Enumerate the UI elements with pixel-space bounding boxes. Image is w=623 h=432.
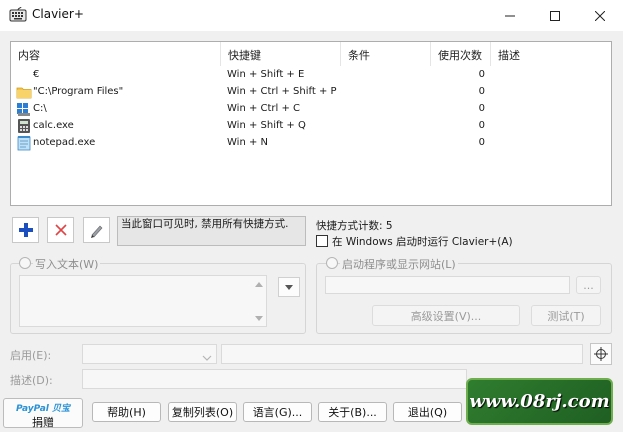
write-text-radio[interactable] [19, 257, 31, 269]
table-row[interactable]: calc.exe Win + Shift + Q 0 [11, 118, 611, 135]
window-title: Clavier+ [32, 7, 84, 21]
pick-window-button[interactable] [590, 343, 612, 365]
maximize-button[interactable] [532, 0, 578, 31]
paypal-logo: PayPal 贝宝 [15, 404, 70, 414]
minimize-button[interactable] [487, 0, 533, 31]
column-header-description[interactable]: 描述 [491, 42, 611, 66]
minimize-icon [505, 15, 515, 16]
test-button[interactable]: 测试(T) [531, 305, 601, 326]
exit-button[interactable]: 退出(Q) [393, 402, 462, 422]
scroll-up-icon[interactable] [254, 278, 264, 291]
shortcut-count: 快捷方式计数: 5 [316, 220, 393, 232]
row-shortcut: Win + Ctrl + C [227, 103, 301, 114]
shortcut-list[interactable]: 内容 快捷键 条件 使用次数 描述 € Win + Shift + E 0 "C… [10, 41, 612, 206]
delete-icon [54, 224, 67, 236]
close-button[interactable] [577, 0, 623, 31]
row-content: "C:\Program Files" [33, 86, 124, 97]
table-row[interactable]: notepad.exe Win + N 0 [11, 135, 611, 152]
enable-label: 启用(E): [10, 349, 52, 362]
advanced-settings-button[interactable]: 高级设置(V)... [372, 305, 520, 326]
row-shortcut: Win + Shift + E [227, 69, 305, 80]
table-row[interactable]: "C:\Program Files" Win + Ctrl + Shift + … [11, 84, 611, 101]
column-header-content[interactable]: 内容 [11, 42, 221, 66]
calculator-icon [16, 118, 32, 134]
condition-input[interactable] [221, 344, 583, 364]
language-button[interactable]: 语言(G)... [243, 402, 312, 422]
row-uses: 0 [478, 69, 485, 80]
row-content: C:\ [33, 103, 47, 114]
scroll-down-icon[interactable] [254, 313, 264, 326]
row-uses: 0 [478, 103, 485, 114]
pencil-icon [90, 225, 102, 238]
row-shortcut: Win + Ctrl + Shift + P [227, 86, 337, 97]
status-message: 当此窗口可见时, 禁用所有快捷方式. [117, 216, 306, 246]
chevron-down-icon [285, 284, 293, 290]
chevron-down-icon [202, 351, 212, 364]
text-input[interactable] [19, 275, 267, 327]
row-content: € [33, 69, 40, 80]
notepad-icon [16, 135, 32, 151]
watermark-text: www.08rj.com [469, 391, 610, 412]
write-text-label[interactable]: 写入文本(W) [33, 256, 101, 272]
startup-checkbox-label[interactable]: 在 Windows 启动时运行 Clavier+(A) [332, 234, 513, 249]
drive-icon [16, 101, 32, 117]
program-path-input[interactable] [325, 276, 570, 294]
description-input[interactable] [82, 369, 467, 389]
row-shortcut: Win + Shift + Q [227, 120, 306, 131]
row-uses: 0 [478, 137, 485, 148]
edit-shortcut-button[interactable] [83, 217, 110, 243]
row-content: calc.exe [33, 120, 74, 131]
donate-label: 捐赠 [32, 416, 54, 429]
close-icon [595, 10, 605, 21]
description-label: 描述(D): [10, 374, 53, 387]
enable-dropdown[interactable] [82, 344, 217, 364]
launch-program-label[interactable]: 启动程序或显示网站(L) [340, 256, 458, 272]
row-content: notepad.exe [33, 137, 96, 148]
insert-special-dropdown[interactable] [278, 277, 300, 297]
table-row[interactable]: € Win + Shift + E 0 [11, 67, 611, 84]
paypal-donate-button[interactable]: PayPal 贝宝 捐赠 [3, 398, 83, 429]
column-header-condition[interactable]: 条件 [341, 42, 431, 66]
watermark: www.08rj.com [466, 378, 613, 425]
table-row[interactable]: C:\ Win + Ctrl + C 0 [11, 101, 611, 118]
launch-program-radio[interactable] [326, 257, 338, 269]
plus-icon [18, 223, 33, 237]
row-uses: 0 [478, 120, 485, 131]
delete-shortcut-button[interactable] [47, 217, 74, 243]
startup-checkbox[interactable] [316, 235, 328, 247]
browse-button[interactable]: ... [576, 276, 601, 294]
copy-list-button[interactable]: 复制列表(O) [168, 402, 237, 422]
keyboard-icon [9, 6, 27, 23]
folder-icon [16, 84, 32, 100]
column-header-uses[interactable]: 使用次数 [431, 42, 491, 66]
row-uses: 0 [478, 86, 485, 97]
crosshair-icon [594, 347, 608, 361]
about-button[interactable]: 关于(B)... [318, 402, 387, 422]
add-shortcut-button[interactable] [12, 217, 39, 243]
column-header-shortcut[interactable]: 快捷键 [221, 42, 341, 66]
maximize-icon [550, 10, 560, 21]
row-shortcut: Win + N [227, 137, 269, 148]
help-button[interactable]: 帮助(H) [92, 402, 161, 422]
